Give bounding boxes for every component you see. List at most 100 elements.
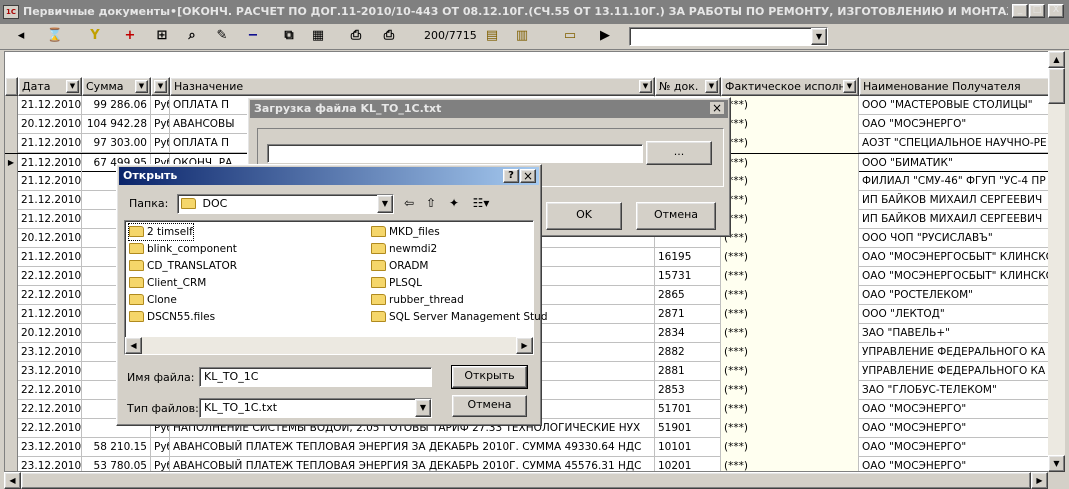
scroll-up-icon[interactable]: ▲ [1048, 51, 1065, 68]
folder-icon [371, 294, 386, 305]
folder-icon [371, 311, 386, 322]
hscroll-thumb[interactable] [21, 472, 1031, 489]
scroll-right-icon[interactable]: ▶ [516, 337, 533, 354]
file-list-item[interactable]: MKD_files [371, 224, 440, 240]
copy-icon[interactable]: ⧉ [277, 26, 301, 48]
file-list[interactable]: 2 timself blink_component CD_TRANSLATOR Cli… [124, 220, 548, 355]
header-docnum[interactable]: № док. ▼ [655, 77, 721, 96]
cell-recipient: ЗАО "ГЛОБУС-ТЕЛЕКОМ" [859, 381, 1048, 400]
scroll-left-icon[interactable]: ◀ [4, 472, 21, 489]
load-dialog-close-icon[interactable]: × [709, 101, 725, 115]
open-file-dialog: Открыть ? × Папка: DOC ▼ ⇦ ⇧ ✦ ☷▾ 2 tims… [116, 164, 548, 426]
cell-recipient: ООО "БИМАТИК" [859, 154, 1048, 173]
cell-date: 21.12.2010 [18, 154, 82, 173]
file-list-item[interactable]: Client_CRM [129, 275, 206, 291]
filetype-select[interactable]: KL_TO_1C.txt ▼ [199, 398, 432, 418]
app-icon[interactable]: 1C [3, 5, 19, 19]
chevron-down-icon[interactable]: ▼ [639, 80, 652, 93]
scroll-down-icon[interactable]: ▼ [1048, 455, 1065, 472]
chevron-down-icon[interactable]: ▼ [154, 80, 167, 93]
header-date[interactable]: Дата ▼ [18, 77, 82, 96]
back-icon[interactable]: ◂ [9, 26, 33, 48]
back-arrow-icon[interactable]: ⇦ [399, 195, 419, 213]
print-preview-icon[interactable]: ⎙ [344, 26, 368, 48]
cell-executor: (***) [721, 210, 859, 229]
scroll-right-icon[interactable]: ▶ [1031, 472, 1048, 489]
remove-icon[interactable]: − [241, 26, 265, 48]
scroll-thumb[interactable] [1048, 68, 1065, 104]
header-executor[interactable]: Фактическое исполн... ▼ [721, 77, 859, 96]
file-list-item[interactable]: DSCN55.files [129, 309, 215, 325]
header-recipient[interactable]: Наименование Получателя [859, 77, 1048, 96]
load-cancel-button[interactable]: Отмена [636, 202, 716, 230]
open-dialog-close-icon[interactable]: × [520, 169, 536, 183]
close-button[interactable]: X [1048, 4, 1064, 18]
cell-recipient: ФИЛИАЛ "СМУ-46" ФГУП "УС-4 ПР [859, 172, 1048, 191]
ok-button[interactable]: OK [546, 202, 622, 230]
folder-combo[interactable]: DOC ▼ [177, 194, 394, 214]
edit-doc-icon[interactable]: ✎ [210, 26, 234, 48]
filename-input[interactable]: KL_TO_1C [199, 367, 432, 387]
hourglass-icon[interactable]: ⌛ [43, 26, 67, 48]
view-menu-icon[interactable]: ☷▾ [468, 195, 494, 213]
row-indicator [5, 115, 18, 134]
chevron-down-icon[interactable]: ▼ [66, 80, 79, 93]
file-list-item[interactable]: 2 timself [128, 223, 194, 241]
file-list-item[interactable]: blink_component [129, 241, 237, 257]
cell-docnum: 51901 [655, 419, 721, 438]
minimize-button[interactable]: _ [1012, 4, 1028, 18]
file-list-hscroll[interactable]: ◀ ▶ [125, 337, 533, 354]
open-button[interactable]: Открыть [451, 365, 528, 389]
chevron-down-icon[interactable]: ▼ [705, 80, 718, 93]
open-folder-icon[interactable]: ▭ [558, 26, 582, 48]
tree-icon[interactable]: ⊞ [150, 26, 174, 48]
cell-sum: 97 303.00 [82, 134, 151, 153]
file-list-item[interactable]: CD_TRANSLATOR [129, 258, 237, 274]
header-indicator [5, 77, 18, 96]
scroll-left-icon[interactable]: ◀ [125, 337, 142, 354]
chevron-down-icon[interactable]: ▼ [135, 80, 148, 93]
chevron-down-icon[interactable]: ▼ [377, 195, 393, 213]
up-folder-icon[interactable]: ⇧ [421, 195, 441, 213]
calc-icon[interactable]: ▦ [306, 26, 330, 48]
grid-header: Дата▼Сумма▼Д.▼Назначение▼№ док.▼Фактичес… [5, 77, 1048, 96]
import-icon[interactable]: ▥ [510, 26, 534, 48]
chevron-down-icon[interactable]: ▼ [843, 80, 856, 93]
header-purpose[interactable]: Назначение ▼ [170, 77, 655, 96]
row-indicator [5, 267, 18, 286]
help-icon[interactable]: ? [503, 169, 519, 183]
horizontal-scrollbar[interactable]: ◀ ▶ [4, 472, 1048, 489]
file-list-item[interactable]: Clone [129, 292, 177, 308]
cell-executor: (***) [721, 343, 859, 362]
file-list-item[interactable]: ORADM [371, 258, 428, 274]
row-indicator [5, 134, 18, 153]
file-list-item[interactable]: newmdi2 [371, 241, 437, 257]
cell-recipient: ЗАО "ПАВЕЛЬ+" [859, 324, 1048, 343]
chevron-down-icon[interactable]: ▼ [811, 28, 827, 45]
table-row[interactable]: 23.12.201058 210.15РубАВАНСОВЫЙ ПЛАТЕЖ Т… [5, 438, 1048, 457]
chevron-down-icon[interactable]: ▼ [415, 399, 431, 417]
file-name: Client_CRM [147, 277, 207, 289]
cell-sum: 58 210.15 [82, 438, 151, 457]
run-icon[interactable]: ▶ [593, 26, 617, 48]
print-icon[interactable]: ⎙ [377, 26, 401, 48]
header-sum[interactable]: Сумма ▼ [82, 77, 151, 96]
open-cancel-button[interactable]: Отмена [452, 395, 527, 417]
add-icon[interactable]: + [118, 26, 142, 48]
browse-button[interactable]: ... [646, 141, 712, 165]
row-indicator [5, 229, 18, 248]
zoom-icon[interactable]: ⌕ [180, 26, 204, 48]
new-folder-icon[interactable]: ✦ [444, 195, 464, 213]
file-list-item[interactable]: rubber_thread [371, 292, 464, 308]
cell-sum: 99 286.06 [82, 96, 151, 115]
table-row[interactable]: 23.12.201053 780.05РубАВАНСОВЫЙ ПЛАТЕЖ Т… [5, 457, 1048, 471]
file-list-item[interactable]: SQL Server Management Stud [371, 309, 548, 325]
maximize-button[interactable]: □ [1029, 4, 1045, 18]
toolbar-combo[interactable]: ▼ [629, 27, 828, 46]
header-currency[interactable]: Д.▼ [151, 77, 170, 96]
filter-icon[interactable]: Y [83, 26, 107, 48]
vertical-scrollbar[interactable]: ▲ ▼ [1048, 51, 1065, 472]
export-icon[interactable]: ▤ [480, 26, 504, 48]
load-path-input[interactable] [267, 144, 643, 163]
file-list-item[interactable]: PLSQL [371, 275, 422, 291]
